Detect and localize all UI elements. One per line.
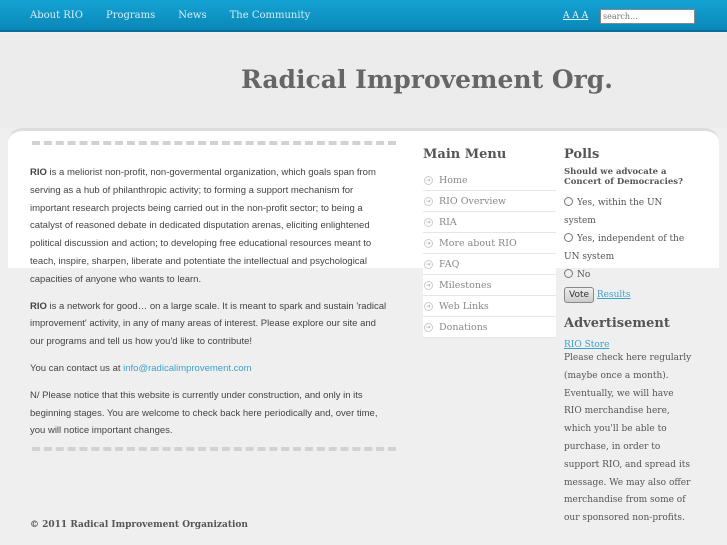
advertisement-text: Please check here regularly (maybe once … (564, 353, 692, 524)
option-label: No (577, 270, 591, 280)
poll-option-3[interactable]: No (564, 266, 694, 284)
rio-store-link[interactable]: RIO Store (564, 340, 609, 350)
contact-paragraph: You can contact us at info@radicalimprov… (30, 360, 390, 378)
arrow-circle-icon: ➜ (424, 322, 433, 332)
rio-bold: RIO (30, 167, 47, 178)
notice-paragraph: N/ Please notice that this website is cu… (30, 389, 378, 437)
arrow-circle-icon: ➜ (424, 280, 433, 290)
polls-section: Polls Should we advocate a Concert of De… (564, 147, 694, 528)
menu-item-faq[interactable]: ➜ FAQ (423, 254, 556, 275)
menu-item-donations[interactable]: ➜ Donations (423, 317, 556, 338)
arrow-circle-icon: ➜ (424, 217, 433, 227)
main-nav: About RIO Programs News The Community (30, 10, 310, 21)
option-label: Yes, independent of the UN system (564, 234, 685, 262)
results-link[interactable]: Results (597, 290, 631, 300)
footer: © 2011 Radical Improvement Organization (30, 520, 248, 530)
arrow-circle-icon: ➜ (424, 238, 433, 248)
intro-text: is a meliorist non-profit, non-goverment… (30, 167, 376, 285)
main-menu-title: Main Menu (423, 147, 507, 162)
poll-question: Should we advocate a Concert of Democrac… (564, 167, 684, 187)
arrow-circle-icon: ➜ (424, 259, 433, 269)
menu-label: Web Links (439, 300, 489, 312)
top-nav-bar: About RIO Programs News The Community A … (0, 0, 727, 32)
radio-button[interactable] (564, 269, 573, 278)
menu-label: RIA (439, 216, 457, 228)
menu-label: RIO Overview (439, 195, 507, 207)
site-title: Radical Improvement Org. (241, 65, 613, 94)
divider (32, 447, 396, 451)
polls-title: Polls (564, 147, 600, 162)
main-content: RIO is a meliorist non-profit, non-gover… (30, 164, 390, 449)
menu-label: Donations (439, 321, 488, 333)
nav-news[interactable]: News (178, 10, 206, 21)
radio-button[interactable] (564, 197, 573, 206)
menu-label: Milestones (439, 279, 492, 291)
menu-label: Home (439, 174, 468, 186)
menu-item-more-about[interactable]: ➜ More about RIO (423, 233, 556, 254)
divider (32, 141, 396, 145)
radio-button[interactable] (564, 233, 573, 242)
network-paragraph: RIO is a network for good… on a large sc… (30, 298, 390, 351)
menu-item-overview[interactable]: ➜ RIO Overview (423, 191, 556, 212)
search-input[interactable] (600, 9, 695, 24)
advertisement-title: Advertisement (564, 316, 670, 331)
nav-about[interactable]: About RIO (30, 10, 83, 21)
poll-option-2[interactable]: Yes, independent of the UN system (564, 230, 694, 266)
menu-item-web-links[interactable]: ➜ Web Links (423, 296, 556, 317)
nav-community[interactable]: The Community (230, 10, 311, 21)
main-menu: ➜ Home ➜ RIO Overview ➜ RIA ➜ More about RIO… (423, 170, 556, 338)
arrow-circle-icon: ➜ (424, 175, 433, 185)
nav-programs[interactable]: Programs (106, 10, 155, 21)
menu-label: FAQ (439, 258, 460, 270)
email-link[interactable]: info@radicalimprovement.com (123, 363, 251, 374)
arrow-circle-icon: ➜ (424, 196, 433, 206)
vote-button[interactable]: Vote (564, 287, 595, 303)
arrow-circle-icon: ➜ (424, 301, 433, 311)
rio-bold: RIO (30, 300, 47, 312)
menu-label: More about RIO (439, 237, 517, 249)
network-text: is a network for good… on a large scale.… (30, 300, 387, 348)
poll-option-1[interactable]: Yes, within the UN system (564, 194, 694, 230)
menu-item-home[interactable]: ➜ Home (423, 170, 556, 191)
option-label: Yes, within the UN system (564, 198, 663, 226)
menu-item-milestones[interactable]: ➜ Milestones (423, 275, 556, 296)
menu-item-ria[interactable]: ➜ RIA (423, 212, 556, 233)
intro-paragraph: RIO is a meliorist non-profit, non-gover… (30, 164, 390, 289)
contact-text: You can contact us at (30, 362, 124, 374)
font-size-switcher[interactable]: A A A (563, 11, 588, 21)
